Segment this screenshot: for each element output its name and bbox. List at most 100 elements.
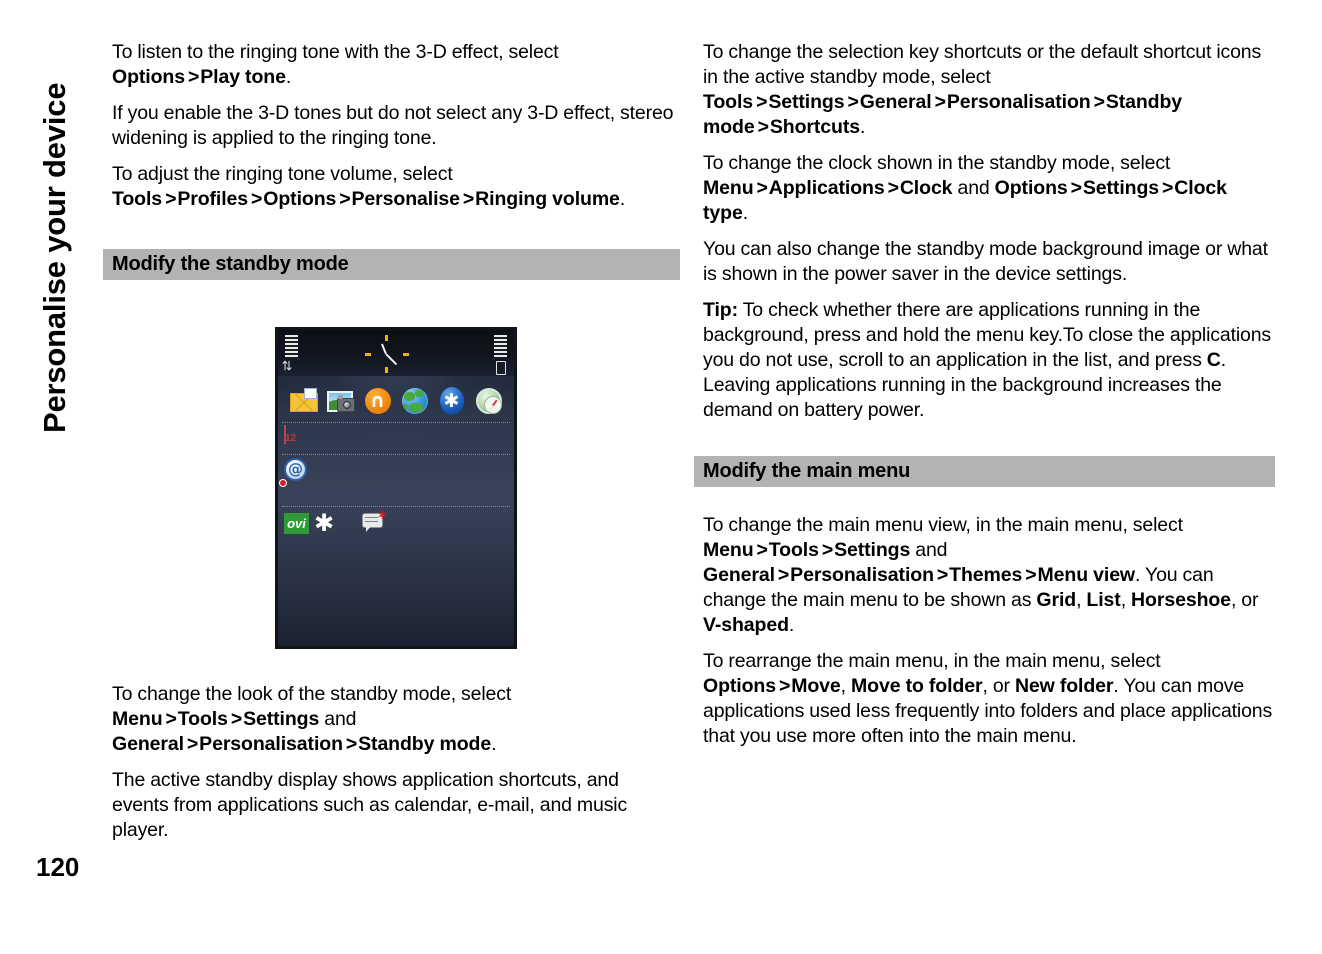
- paragraph-selection-key-shortcuts: To change the selection key shortcuts or…: [703, 41, 1262, 138]
- paragraph-menu-view: To change the main menu view, in the mai…: [703, 514, 1259, 636]
- breadcrumb-separator: >: [339, 188, 351, 210]
- ui-term: Shortcuts: [769, 116, 860, 138]
- ui-term: General: [703, 564, 775, 586]
- ui-term: Menu view: [1037, 564, 1136, 586]
- breadcrumb-separator: >: [187, 66, 200, 88]
- breadcrumb-separator: >: [821, 539, 834, 561]
- ui-term: Options: [703, 675, 776, 697]
- calendar-event-row[interactable]: 12: [284, 425, 296, 452]
- figure-standby-screen: ⇄ ∩ ✱ @ ovi ✱ ✶: [112, 327, 680, 649]
- breadcrumb-separator: >: [165, 708, 177, 730]
- ui-term: New folder: [1014, 675, 1114, 697]
- new-message-bubble-icon[interactable]: ✶: [362, 509, 388, 533]
- device-screenshot: ⇄ ∩ ✱ @ ovi ✱ ✶: [275, 327, 517, 649]
- paragraph-standby-look: To change the look of the standby mode, …: [112, 683, 512, 755]
- ui-term: Options: [112, 66, 185, 88]
- right-column: To change the selection key shortcuts or…: [694, 40, 1275, 749]
- ui-term: Settings: [768, 91, 845, 113]
- breadcrumb-separator: >: [1025, 564, 1037, 586]
- ui-term: Applications: [768, 177, 885, 199]
- breadcrumb-separator: >: [887, 177, 899, 199]
- breadcrumb-separator: >: [345, 733, 358, 755]
- breadcrumb-separator: >: [1070, 177, 1082, 199]
- analog-clock-icon: [364, 334, 410, 374]
- web-browser-globe-icon[interactable]: [400, 386, 430, 416]
- breadcrumb-separator: >: [230, 708, 243, 730]
- ui-term: C: [1206, 349, 1221, 371]
- ui-term: Play tone: [200, 66, 286, 88]
- breadcrumb-separator: >: [1162, 177, 1174, 199]
- maps-compass-icon[interactable]: [474, 386, 504, 416]
- breadcrumb-separator: >: [165, 188, 177, 210]
- breadcrumb-separator: >: [934, 91, 946, 113]
- section-heading-modify-standby-mode: Modify the standby mode: [103, 249, 680, 280]
- email-at-icon: @: [284, 458, 307, 481]
- breadcrumb-separator: >: [251, 188, 263, 210]
- ui-term: List: [1086, 589, 1121, 611]
- running-head: Personalise your device: [0, 0, 96, 470]
- ui-term: Options: [263, 188, 337, 210]
- battery-bars-icon: [494, 335, 507, 359]
- paragraph-tip-background-apps: Tip: To check whether there are applicat…: [703, 299, 1272, 421]
- breadcrumb-separator: >: [186, 733, 199, 755]
- breadcrumb-separator: >: [1093, 91, 1105, 113]
- ui-term: Tools: [703, 91, 754, 113]
- ui-term: Profiles: [177, 188, 249, 210]
- ui-term: Options: [994, 177, 1068, 199]
- ui-term: Tip:: [703, 299, 738, 321]
- ui-term: Move: [791, 675, 841, 697]
- battery-icon: [496, 361, 506, 375]
- ui-term: General: [112, 733, 184, 755]
- breadcrumb-separator: >: [847, 91, 859, 113]
- ui-term: Settings: [1082, 177, 1160, 199]
- ui-term: Tools: [112, 188, 163, 210]
- ui-term: V-shaped: [703, 614, 789, 636]
- ovi-badge-icon[interactable]: ovi: [284, 512, 309, 534]
- status-bar: ⇄: [278, 330, 514, 376]
- bottom-icon-row[interactable]: ovi ✱ ✶: [284, 509, 388, 536]
- ui-term: Ringing volume: [475, 188, 620, 210]
- signal-bars-icon: [285, 335, 298, 359]
- ui-term: Tools: [768, 539, 819, 561]
- breadcrumb-separator: >: [757, 116, 769, 138]
- messaging-envelope-icon[interactable]: [289, 386, 319, 416]
- ui-term: Settings: [834, 539, 911, 561]
- asterisk-icon[interactable]: ✱: [314, 511, 334, 535]
- paragraph-play-tone: To listen to the ringing tone with the 3…: [112, 41, 559, 88]
- ui-term: Horseshoe: [1131, 589, 1231, 611]
- ui-term: General: [859, 91, 932, 113]
- ui-term: Tools: [177, 708, 228, 730]
- breadcrumb-separator: >: [462, 188, 475, 210]
- paragraph-active-standby-display: The active standby display shows applica…: [112, 769, 628, 841]
- ui-term: Menu: [112, 708, 163, 730]
- ui-term: Grid: [1036, 589, 1077, 611]
- calendar-icon: 12: [284, 425, 296, 444]
- section-heading-modify-main-menu: Modify the main menu: [694, 456, 1275, 487]
- breadcrumb-separator: >: [756, 91, 768, 113]
- ui-term: Settings: [243, 708, 320, 730]
- ui-term: Standby mode: [358, 733, 492, 755]
- breadcrumb-separator: >: [756, 177, 768, 199]
- ui-term: Personalisation: [790, 564, 934, 586]
- left-column: To listen to the ringing tone with the 3…: [103, 40, 680, 843]
- gallery-camera-icon[interactable]: [326, 386, 356, 416]
- paragraph-background-image: You can also change the standby mode bac…: [703, 238, 1268, 285]
- breadcrumb-separator: >: [936, 564, 949, 586]
- ui-term: Themes: [949, 564, 1023, 586]
- breadcrumb-separator: >: [777, 564, 790, 586]
- ui-term: Personalisation: [199, 733, 343, 755]
- paragraph-ringing-volume: To adjust the ringing tone volume, selec…: [112, 163, 626, 210]
- ui-term: Personalisation: [946, 91, 1091, 113]
- ui-term: Personalise: [351, 188, 460, 210]
- shortcut-icon-row[interactable]: ∩ ✱: [278, 382, 514, 420]
- ovi-store-n-icon[interactable]: ∩: [363, 386, 393, 416]
- data-transfer-arrows-icon: ⇄: [278, 362, 294, 371]
- breadcrumb-separator: >: [756, 539, 768, 561]
- page-number: 120: [36, 852, 80, 882]
- separator-line: [282, 506, 510, 507]
- paragraph-clock-type: To change the clock shown in the standby…: [703, 152, 1227, 224]
- email-event-row[interactable]: @: [284, 458, 307, 484]
- breadcrumb-separator: >: [778, 675, 791, 697]
- bluetooth-icon[interactable]: ✱: [437, 386, 467, 416]
- ui-term: Move to folder: [851, 675, 983, 697]
